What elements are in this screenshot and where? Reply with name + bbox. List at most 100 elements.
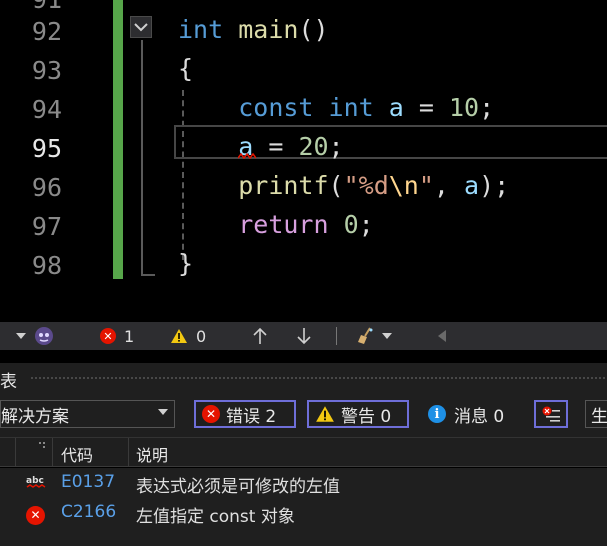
editor-status-strip: ✕ 1 0: [0, 322, 607, 350]
zoom-dropdown[interactable]: [0, 322, 30, 350]
code-token: 10: [448, 93, 480, 122]
code-line[interactable]: }: [178, 244, 193, 283]
caret-down-icon: [158, 409, 168, 415]
column-separator[interactable]: [52, 438, 53, 467]
code-token: {: [178, 54, 194, 83]
fold-region-line: [141, 40, 143, 276]
arrow-down-icon: [297, 328, 311, 345]
chevron-down-icon: [134, 23, 148, 32]
code-token: (: [328, 171, 344, 200]
arrow-up-icon: [253, 327, 267, 344]
error-count: 1: [124, 326, 135, 346]
errors-filter-button[interactable]: ✕ 错误 2: [194, 400, 296, 428]
code-token: main: [238, 15, 299, 44]
error-icon: ✕: [202, 405, 220, 423]
code-token: );: [479, 171, 510, 200]
filter-toggle-button[interactable]: [534, 400, 568, 428]
code-token: \n: [388, 171, 419, 200]
svg-text:abc: abc: [26, 476, 44, 486]
column-header-code[interactable]: 代码: [61, 442, 93, 466]
build-filter-dropdown[interactable]: 生: [585, 400, 607, 428]
code-line[interactable]: return 0;: [178, 205, 374, 244]
code-token: ": [418, 171, 434, 200]
line-number: 93: [31, 56, 62, 85]
code-token: 0: [343, 210, 359, 239]
scope-value: 解决方案: [1, 406, 69, 427]
strip-separator: [336, 322, 337, 350]
code-token: 20: [298, 132, 329, 161]
code-token: int: [178, 15, 224, 44]
code-token: a: [464, 171, 480, 200]
code-token: printf: [238, 171, 329, 200]
code-token: ,: [433, 171, 465, 200]
line-number: 94: [31, 95, 62, 124]
column-separator[interactable]: [15, 438, 16, 467]
spell-abc-icon: abc: [26, 474, 48, 495]
column-header-description[interactable]: 说明: [136, 442, 168, 466]
fold-toggle[interactable]: [130, 16, 152, 38]
line-number: 98: [31, 251, 62, 280]
code-editor[interactable]: 91 92 93 94 95 96 97 98 int main() { con…: [0, 0, 607, 322]
code-token: a: [388, 93, 404, 122]
error-icon: ✕: [100, 328, 116, 344]
caret-left-icon: [438, 330, 446, 342]
warnings-filter-label: 警告 0: [341, 406, 392, 427]
column-separator[interactable]: [128, 438, 129, 467]
table-row[interactable]: abc E0137 表达式必须是可修改的左值: [0, 468, 607, 498]
table-row[interactable]: ✕ C2166 左值指定 const 对象: [0, 498, 607, 528]
errors-filter-label: 错误 2: [226, 406, 277, 427]
code-line[interactable]: {: [178, 49, 193, 88]
error-count-indicator[interactable]: ✕ 1: [100, 322, 134, 350]
line-number: 97: [31, 212, 62, 241]
scope-dropdown[interactable]: 解决方案: [0, 400, 175, 428]
broom-icon: [358, 327, 373, 344]
info-icon: i: [428, 405, 446, 423]
scroll-left-button[interactable]: [438, 322, 446, 350]
code-line[interactable]: int main(): [178, 10, 329, 49]
error-code-link[interactable]: E0137: [61, 472, 115, 492]
code-token: ;: [328, 132, 344, 161]
code-token: ;: [358, 210, 374, 239]
code-cleanup-button[interactable]: [356, 322, 392, 350]
panel-title: 表: [0, 372, 17, 392]
code-line[interactable]: a = 20;: [178, 127, 344, 166]
error-list-title-bar: 表: [0, 363, 607, 393]
warning-count-indicator[interactable]: 0: [170, 322, 206, 350]
code-line[interactable]: printf("%d\n", a);: [178, 166, 509, 205]
warning-icon: [316, 406, 334, 422]
error-list-empty-area: [0, 527, 607, 546]
code-token: "%d: [343, 171, 389, 200]
warning-count: 0: [196, 326, 207, 346]
previous-issue-button[interactable]: [252, 322, 268, 350]
error-description: 左值指定 const 对象: [136, 507, 295, 527]
code-token: int: [328, 93, 374, 122]
caret-down-icon: [16, 333, 26, 339]
next-issue-button[interactable]: [296, 322, 312, 350]
error-list-header: 代码 说明: [0, 438, 607, 467]
warning-icon: [171, 329, 187, 343]
code-token: ;: [479, 93, 495, 122]
error-code-link[interactable]: C2166: [61, 502, 116, 522]
copilot-icon[interactable]: [34, 322, 54, 350]
panel-drag-grip[interactable]: [30, 376, 607, 381]
sort-options-icon[interactable]: [38, 441, 48, 449]
code-line[interactable]: const int a = 10;: [178, 88, 494, 127]
line-number-current: 95: [31, 134, 62, 163]
code-token: }: [178, 249, 194, 278]
messages-filter-label: 消息 0: [454, 406, 505, 427]
caret-down-icon: [382, 333, 392, 339]
build-filter-label: 生: [591, 406, 607, 427]
code-token: (): [298, 15, 329, 44]
warnings-filter-button[interactable]: 警告 0: [307, 400, 409, 428]
error-squiggle[interactable]: [238, 153, 256, 159]
code-token: =: [253, 132, 299, 161]
code-token: =: [403, 93, 449, 122]
line-number: 92: [31, 17, 62, 46]
messages-filter-button[interactable]: i 消息 0: [428, 400, 504, 428]
